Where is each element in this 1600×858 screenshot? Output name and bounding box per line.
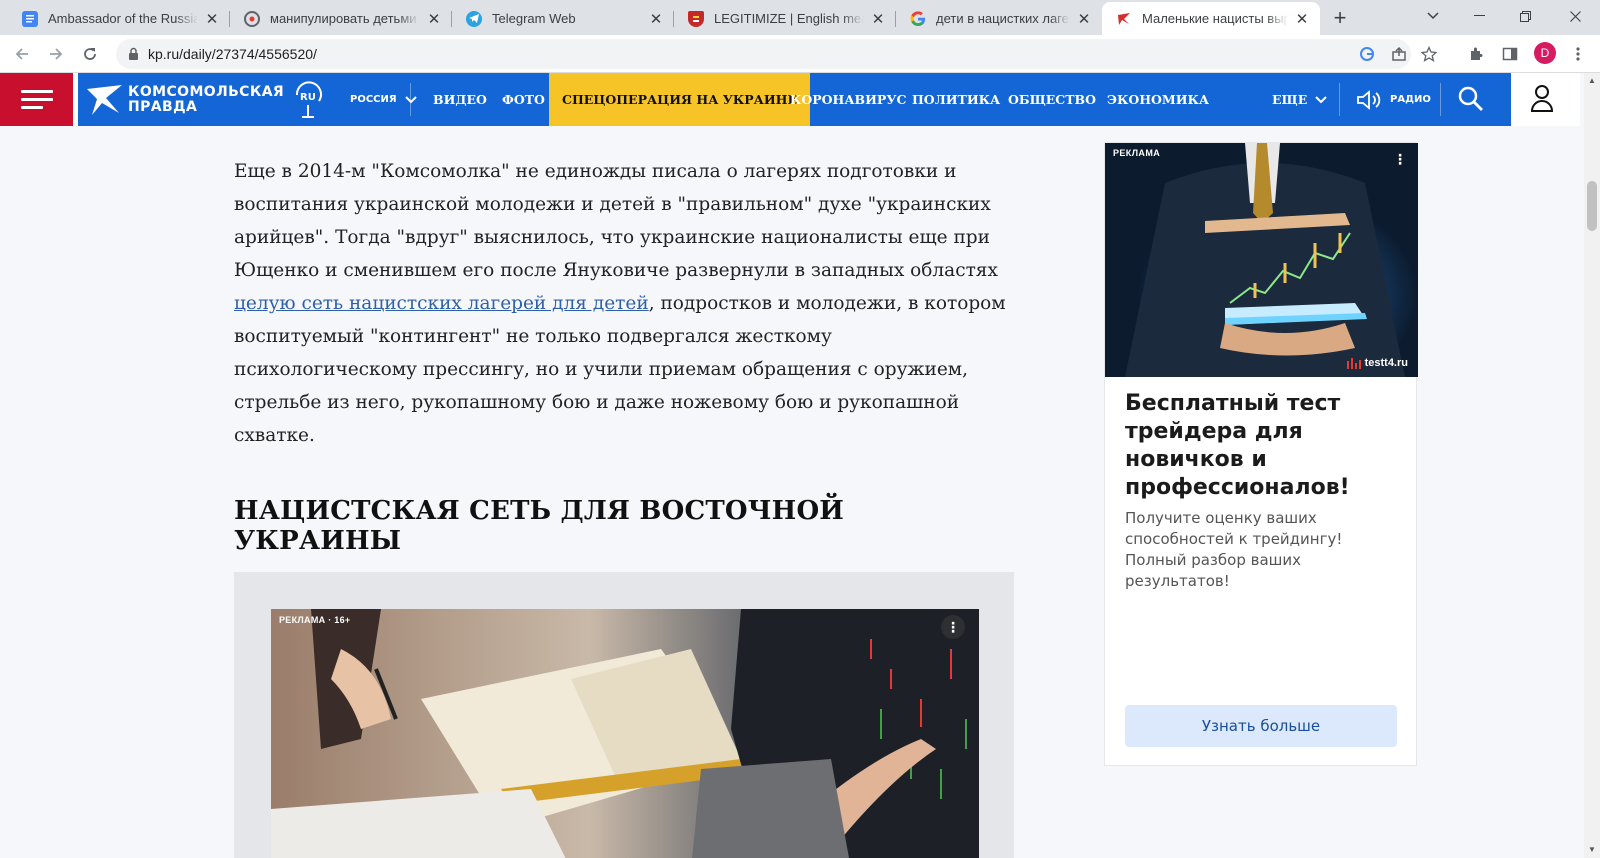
share-icon[interactable] xyxy=(1390,45,1408,63)
kp-logo[interactable]: КОМСОМОЛЬСКАЯ ПРАВДА RU xyxy=(86,81,326,119)
tab-kp-active[interactable]: Маленькие нацисты выро ✕ xyxy=(1102,2,1320,35)
close-tab-icon[interactable]: ✕ xyxy=(1076,11,1092,28)
tab-title: LEGITIMIZE | English meanin xyxy=(714,11,864,26)
radio-label: РАДИО xyxy=(1390,94,1431,105)
paragraph-text: Еще в 2014-м "Комсомолка" не единожды пи… xyxy=(234,161,998,281)
tab-title: дети в нацистких лагерях п xyxy=(936,11,1070,26)
region-selector[interactable]: РОССИЯ xyxy=(350,73,417,126)
side-ad-options-icon[interactable]: ⋮ xyxy=(1388,147,1412,171)
bookmark-star-icon[interactable] xyxy=(1420,45,1438,63)
back-arrow-icon[interactable] xyxy=(10,42,34,66)
paragraph-text: , подростков и молодежи, в котором воспи… xyxy=(234,293,1006,446)
side-ad-description: Получите оценку ваших способностей к тре… xyxy=(1125,509,1343,590)
nav-more-button[interactable]: ЕЩЕ xyxy=(1272,73,1327,126)
browser-menu-icon[interactable] xyxy=(1568,44,1588,64)
side-ad-label: РЕКЛАМА xyxy=(1113,148,1161,158)
hamburger-menu-button[interactable] xyxy=(0,73,73,126)
lock-icon[interactable] xyxy=(128,47,139,66)
radio-button[interactable]: РАДИО xyxy=(1356,73,1431,126)
nav-society[interactable]: ОБЩЕСТВО xyxy=(1008,73,1096,126)
reload-icon[interactable] xyxy=(78,42,102,66)
site-icon xyxy=(244,10,260,27)
scroll-down-arrow-icon[interactable]: ▼ xyxy=(1588,846,1596,854)
telegram-icon xyxy=(466,10,482,27)
tab-title: манипулировать детьми - xyxy=(270,11,420,26)
tab-title: Telegram Web xyxy=(492,11,576,26)
brand-name: testt4.ru xyxy=(1364,357,1408,369)
scroll-thumb[interactable] xyxy=(1587,181,1597,231)
tab-ambassador[interactable]: Ambassador of the Russian ✕ xyxy=(8,2,230,35)
close-tab-icon[interactable]: ✕ xyxy=(426,11,442,28)
google-icon xyxy=(910,10,926,27)
tab-title: Маленькие нацисты выро xyxy=(1142,11,1288,26)
chevron-down-icon xyxy=(1315,95,1327,103)
nav-divider xyxy=(1339,83,1340,116)
extensions-puzzle-icon[interactable] xyxy=(1466,44,1486,64)
side-ad-card[interactable]: РЕКЛАМА ⋮ testt4.ru Бесплатный тест трей… xyxy=(1104,142,1418,766)
article-paragraph: Еще в 2014-м "Комсомолка" не единожды пи… xyxy=(234,155,1014,452)
close-window-icon[interactable] xyxy=(1552,0,1598,32)
trading-desk-photo xyxy=(271,609,979,858)
tab-legitimize[interactable]: LEGITIMIZE | English meanin ✕ xyxy=(674,2,896,35)
region-label: РОССИЯ xyxy=(350,94,397,105)
logo-ru-text: RU xyxy=(300,92,316,103)
main-nav-bar: КОМСОМОЛЬСКАЯ ПРАВДА RU РОССИЯ ВИДЕО ФОТ… xyxy=(78,73,1511,126)
speaker-icon xyxy=(1357,89,1381,110)
inline-ad-container: РЕКЛАМА · 16+ ⋮ xyxy=(234,572,1014,858)
businessman-chart-photo xyxy=(1105,143,1418,377)
ad-options-icon[interactable]: ⋮ xyxy=(941,615,965,639)
minimize-icon[interactable] xyxy=(1456,0,1502,32)
section-heading: НАЦИСТСКАЯ СЕТЬ ДЛЯ ВОСТОЧНОЙ УКРАИНЫ xyxy=(234,496,845,556)
url-text: kp.ru/daily/27374/4556520/ xyxy=(148,46,317,62)
kp-icon xyxy=(1116,11,1132,27)
ru-globe-icon: RU xyxy=(295,81,322,118)
logo-line-1: КОМСОМОЛЬСКАЯ xyxy=(128,84,285,100)
nav-politics[interactable]: ПОЛИТИКА xyxy=(912,73,1000,126)
close-tab-icon[interactable]: ✕ xyxy=(204,11,220,28)
nav-divider xyxy=(410,83,411,116)
address-bar[interactable]: kp.ru/daily/27374/4556520/ xyxy=(116,39,1437,69)
close-tab-icon[interactable]: ✕ xyxy=(648,11,664,28)
browser-tab-strip: Ambassador of the Russian ✕ манипулирова… xyxy=(0,0,1600,35)
brand-logo-icon xyxy=(1346,358,1361,369)
tab-search-chevron-icon[interactable] xyxy=(1410,0,1456,32)
scroll-up-arrow-icon[interactable]: ▲ xyxy=(1588,77,1596,85)
tab-google-search[interactable]: дети в нацистких лагерях п ✕ xyxy=(896,2,1102,35)
kp-bird-icon xyxy=(87,85,122,115)
side-ad-brand[interactable]: testt4.ru xyxy=(1346,357,1408,369)
more-label: ЕЩЕ xyxy=(1272,92,1308,107)
nav-video[interactable]: ВИДЕО xyxy=(433,73,487,126)
close-tab-icon[interactable]: ✕ xyxy=(870,11,886,28)
cambridge-icon xyxy=(688,10,704,27)
docs-icon xyxy=(22,10,38,27)
nav-coronavirus[interactable]: КОРОНАВИРУС xyxy=(790,73,906,126)
tab-telegram[interactable]: Telegram Web ✕ xyxy=(452,2,674,35)
page-scrollbar[interactable]: ▲ ▼ xyxy=(1584,73,1600,858)
browser-toolbar: kp.ru/daily/27374/4556520/ xyxy=(0,35,1600,73)
learn-more-button[interactable]: Узнать больше xyxy=(1125,705,1397,747)
tab-title: Ambassador of the Russian xyxy=(48,11,198,26)
nav-divider xyxy=(1440,83,1441,116)
restore-icon[interactable] xyxy=(1502,0,1548,32)
profile-avatar[interactable]: D xyxy=(1534,42,1556,64)
nav-special-operation[interactable]: СПЕЦОПЕРАЦИЯ НА УКРАИНЕ xyxy=(549,73,811,126)
nav-economy[interactable]: ЭКОНОМИКА xyxy=(1107,73,1209,126)
tab-manipulate[interactable]: манипулировать детьми - ✕ xyxy=(230,2,452,35)
side-panel-icon[interactable] xyxy=(1500,44,1520,64)
side-ad-image[interactable]: РЕКЛАМА ⋮ testt4.ru xyxy=(1105,143,1418,377)
site-header: КОМСОМОЛЬСКАЯ ПРАВДА RU РОССИЯ ВИДЕО ФОТ… xyxy=(0,73,1580,126)
user-account-icon[interactable] xyxy=(1530,84,1554,112)
nav-photo[interactable]: ФОТО xyxy=(502,73,545,126)
nazi-camps-link[interactable]: целую сеть нацистских лагерей для детей xyxy=(234,293,649,314)
inline-ad-image[interactable]: РЕКЛАМА · 16+ ⋮ xyxy=(271,609,979,858)
search-icon[interactable] xyxy=(1458,86,1484,112)
forward-arrow-icon[interactable] xyxy=(44,42,68,66)
ad-label: РЕКЛАМА · 16+ xyxy=(279,615,351,625)
close-tab-icon[interactable]: ✕ xyxy=(1294,11,1310,28)
new-tab-button[interactable]: + xyxy=(1328,6,1352,30)
google-translate-icon[interactable] xyxy=(1358,45,1376,63)
logo-line-2: ПРАВДА xyxy=(128,99,198,115)
side-ad-headline[interactable]: Бесплатный тест трейдера для новичков и … xyxy=(1125,390,1405,502)
